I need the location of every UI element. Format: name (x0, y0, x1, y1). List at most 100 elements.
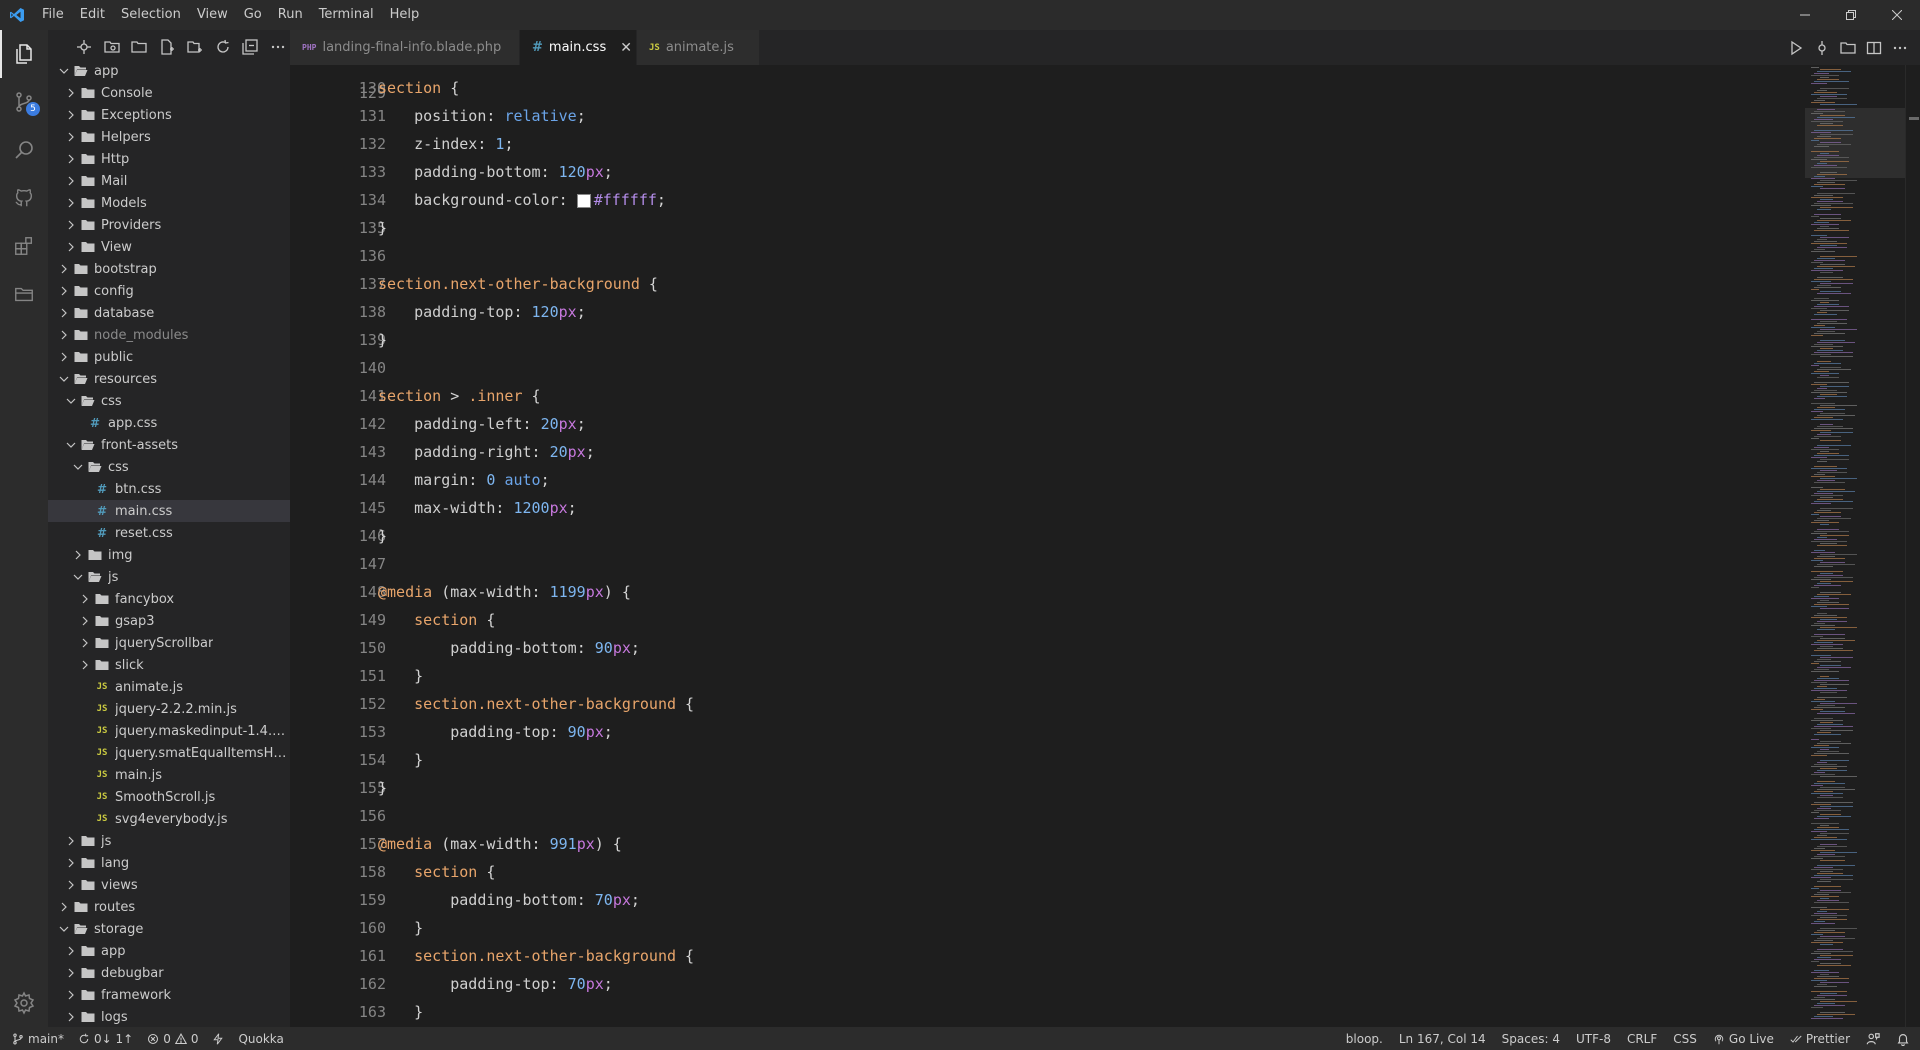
restore-icon[interactable] (1828, 0, 1874, 30)
tree-folder[interactable]: Providers (48, 214, 290, 236)
open-changes-icon[interactable] (1836, 36, 1860, 60)
chevron-right-icon[interactable] (63, 965, 79, 981)
chevron-right-icon[interactable] (63, 173, 79, 189)
tree-folder[interactable]: lang (48, 852, 290, 874)
tree-folder[interactable]: jqueryScrollbar (48, 632, 290, 654)
github-icon[interactable] (0, 174, 48, 222)
folder-sync-icon[interactable] (100, 35, 124, 59)
prettier-indicator[interactable]: Prettier (1790, 1032, 1850, 1046)
chevron-right-icon[interactable] (63, 217, 79, 233)
tree-folder[interactable]: logs (48, 1006, 290, 1027)
collapse-all-icon[interactable] (239, 35, 263, 59)
tree-folder[interactable]: css (48, 456, 290, 478)
more-actions-icon[interactable] (266, 35, 290, 59)
tree-folder[interactable]: fancybox (48, 588, 290, 610)
lightning-indicator[interactable] (212, 1032, 224, 1045)
settings-gear-icon[interactable] (0, 979, 48, 1027)
tab-animate-js[interactable]: JS animate.js (637, 30, 760, 65)
menu-help[interactable]: Help (382, 0, 428, 30)
chevron-down-icon[interactable] (56, 371, 72, 387)
chevron-right-icon[interactable] (63, 877, 79, 893)
go-live-button[interactable]: Go Live (1713, 1032, 1774, 1046)
indentation[interactable]: Spaces: 4 (1502, 1032, 1560, 1046)
source-control-icon[interactable]: 5 (0, 78, 48, 126)
chevron-down-icon[interactable] (70, 459, 86, 475)
tree-folder[interactable]: Mail (48, 170, 290, 192)
chevron-right-icon[interactable] (63, 987, 79, 1003)
chevron-right-icon[interactable] (63, 195, 79, 211)
new-folder-icon[interactable] (183, 35, 207, 59)
tree-folder[interactable]: bootstrap (48, 258, 290, 280)
chevron-right-icon[interactable] (56, 899, 72, 915)
minimize-icon[interactable] (1782, 0, 1828, 30)
chevron-down-icon[interactable] (70, 569, 86, 585)
tree-folder[interactable]: public (48, 346, 290, 368)
chevron-right-icon[interactable] (63, 239, 79, 255)
tree-folder[interactable]: config (48, 280, 290, 302)
chevron-right-icon[interactable] (63, 833, 79, 849)
tree-folder[interactable]: js (48, 830, 290, 852)
tree-file[interactable]: JS jquery.maskedinput-1.4.1.... (48, 720, 290, 742)
chevron-down-icon[interactable] (63, 393, 79, 409)
explorer-icon[interactable] (0, 30, 48, 78)
tab-main-css[interactable]: # main.css ✕ (520, 30, 637, 65)
tree-folder[interactable]: img (48, 544, 290, 566)
chevron-right-icon[interactable] (56, 349, 72, 365)
branch-indicator[interactable]: main* (12, 1032, 64, 1046)
git-graph-icon[interactable] (72, 35, 96, 59)
language-mode[interactable]: CSS (1673, 1032, 1697, 1046)
tree-file[interactable]: JS SmoothScroll.js (48, 786, 290, 808)
chevron-right-icon[interactable] (77, 613, 93, 629)
tree-folder[interactable]: Console (48, 82, 290, 104)
split-editor-icon[interactable] (1862, 36, 1886, 60)
tree-file[interactable]: JS jquery-2.2.2.min.js (48, 698, 290, 720)
menu-terminal[interactable]: Terminal (311, 0, 382, 30)
tree-folder[interactable]: resources (48, 368, 290, 390)
tree-file[interactable]: JS svg4everybody.js (48, 808, 290, 830)
tree-file[interactable]: JS main.js (48, 764, 290, 786)
editor-scrollbar[interactable] (1905, 65, 1920, 1027)
chevron-right-icon[interactable] (63, 151, 79, 167)
chevron-right-icon[interactable] (77, 635, 93, 651)
tree-folder[interactable]: routes (48, 896, 290, 918)
close-tab-icon[interactable]: ✕ (620, 40, 632, 56)
tree-file[interactable]: JS animate.js (48, 676, 290, 698)
chevron-right-icon[interactable] (70, 547, 86, 563)
sync-indicator[interactable]: 0↓ 1↑ (78, 1032, 133, 1046)
code-editor[interactable]: 129 130 section {131 position: relative; 1… (290, 65, 1805, 1027)
tree-folder[interactable]: Models (48, 192, 290, 214)
open-folder-icon[interactable] (128, 35, 152, 59)
search-icon[interactable] (0, 126, 48, 174)
tree-folder[interactable]: Http (48, 148, 290, 170)
menu-go[interactable]: Go (236, 0, 270, 30)
tree-folder[interactable]: app (48, 60, 290, 82)
refresh-icon[interactable] (211, 35, 235, 59)
tree-folder[interactable]: View (48, 236, 290, 258)
tree-file[interactable]: # btn.css (48, 478, 290, 500)
project-manager-icon[interactable] (0, 270, 48, 318)
chevron-right-icon[interactable] (56, 261, 72, 277)
encoding[interactable]: UTF-8 (1576, 1032, 1611, 1046)
tree-folder[interactable]: css (48, 390, 290, 412)
menu-selection[interactable]: Selection (113, 0, 189, 30)
tab-landing-final-info[interactable]: PHP landing-final-info.blade.php (290, 30, 520, 65)
chevron-right-icon[interactable] (63, 943, 79, 959)
tree-file[interactable]: # app.css (48, 412, 290, 434)
more-actions-icon[interactable] (1888, 36, 1912, 60)
notifications-button[interactable] (1896, 1032, 1910, 1046)
tree-folder[interactable]: js (48, 566, 290, 588)
chevron-right-icon[interactable] (56, 305, 72, 321)
chevron-right-icon[interactable] (63, 107, 79, 123)
tree-folder[interactable]: Helpers (48, 126, 290, 148)
feedback-button[interactable] (1866, 1032, 1880, 1046)
extensions-icon[interactable] (0, 222, 48, 270)
new-file-icon[interactable] (155, 35, 179, 59)
tree-folder[interactable]: front-assets (48, 434, 290, 456)
chevron-right-icon[interactable] (77, 591, 93, 607)
tree-folder[interactable]: database (48, 302, 290, 324)
minimap[interactable] (1805, 65, 1905, 1027)
cursor-position[interactable]: Ln 167, Col 14 (1399, 1032, 1486, 1046)
chevron-right-icon[interactable] (63, 855, 79, 871)
tree-folder[interactable]: Exceptions (48, 104, 290, 126)
chevron-right-icon[interactable] (63, 129, 79, 145)
